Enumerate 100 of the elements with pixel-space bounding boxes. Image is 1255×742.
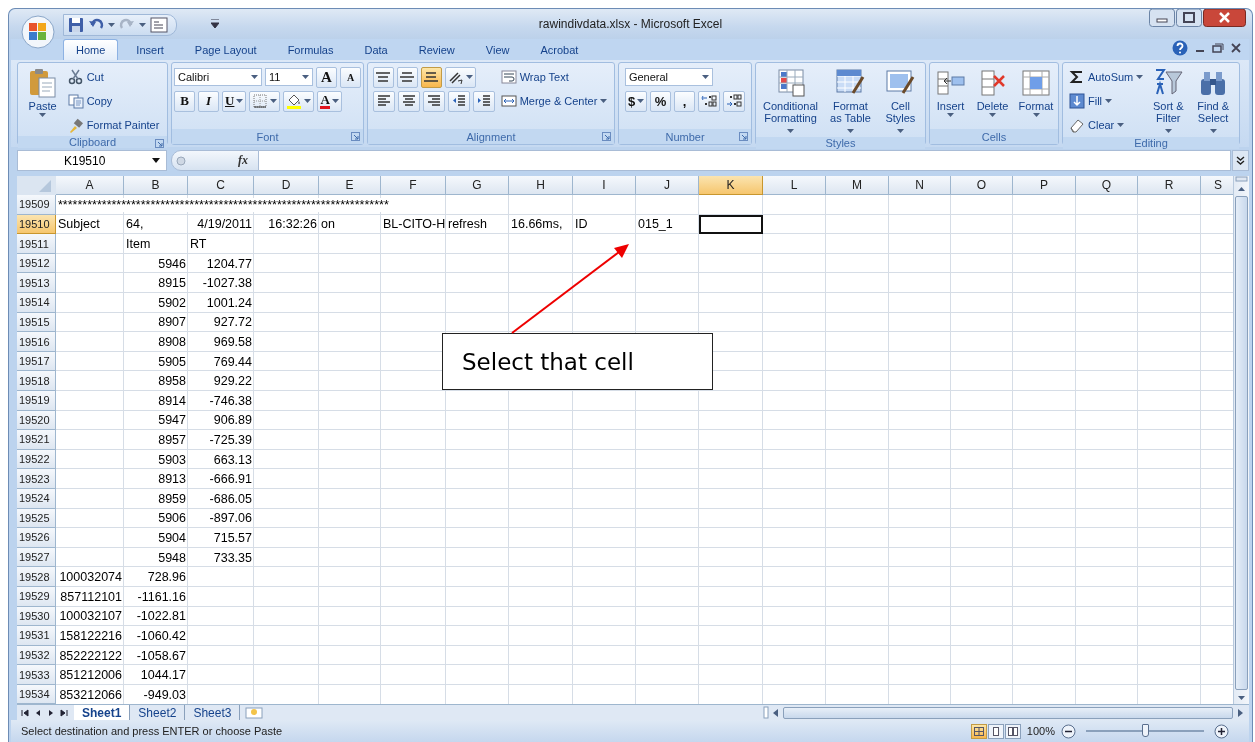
group-label: Alignment bbox=[466, 130, 516, 143]
cell-value: -686.05 bbox=[209, 491, 252, 506]
cell-value: 5905 bbox=[158, 354, 186, 369]
ribbon-button[interactable]: Format Painter bbox=[65, 116, 162, 135]
ribbon-tab[interactable]: Formulas bbox=[274, 39, 347, 61]
cell-value: 8957 bbox=[158, 432, 186, 447]
column-header[interactable]: I bbox=[573, 176, 636, 196]
cell-value: 852222122 bbox=[59, 648, 122, 663]
column-header[interactable]: L bbox=[763, 176, 826, 196]
ribbon-tab[interactable]: View bbox=[472, 39, 523, 61]
row-header[interactable]: 19529 bbox=[17, 586, 56, 607]
underline-button[interactable]: U bbox=[222, 90, 247, 112]
ribbon-button[interactable]: Copy bbox=[65, 92, 115, 111]
group-label: Cells bbox=[981, 130, 1007, 143]
group-label: Number bbox=[665, 130, 705, 143]
row-header[interactable]: 19510 bbox=[17, 214, 56, 235]
row-header[interactable]: 19523 bbox=[17, 469, 56, 489]
ribbon-button[interactable]: AutoSum bbox=[1067, 68, 1146, 87]
row-header[interactable]: 19527 bbox=[17, 547, 56, 568]
row-header[interactable]: 19530 bbox=[17, 606, 56, 627]
column-header[interactable]: D bbox=[254, 176, 319, 196]
ribbon-button[interactable]: Sort & Filter bbox=[1149, 66, 1188, 138]
font-color-button[interactable]: A bbox=[317, 90, 342, 112]
ribbon-button[interactable]: Cell Styles bbox=[879, 66, 921, 138]
cell-value: -1161.16 bbox=[137, 589, 186, 604]
italic-button[interactable]: I bbox=[198, 90, 219, 112]
name-box[interactable]: K19510 bbox=[17, 150, 167, 172]
row-header[interactable]: 19522 bbox=[17, 449, 56, 470]
column-header[interactable]: Q bbox=[1076, 176, 1138, 196]
column-header[interactable]: J bbox=[636, 176, 699, 196]
ribbon-button[interactable]: Clear bbox=[1067, 116, 1127, 135]
column-header[interactable]: P bbox=[1013, 176, 1076, 196]
sheet-tab[interactable]: Sheet1 bbox=[74, 705, 131, 721]
ribbon-button[interactable]: Insert bbox=[931, 66, 970, 119]
ribbon-button[interactable]: Cut bbox=[65, 68, 106, 87]
insert-function-button[interactable]: fx bbox=[238, 153, 254, 169]
row-header[interactable]: 19519 bbox=[17, 391, 56, 411]
ribbon-button[interactable]: Conditional Formatting bbox=[760, 66, 822, 138]
dropdown-field[interactable]: Calibri bbox=[174, 68, 262, 87]
row-header[interactable]: 19533 bbox=[17, 665, 56, 685]
number-format-button[interactable]: , bbox=[674, 90, 696, 112]
ribbon-button[interactable]: Merge & Center bbox=[498, 92, 610, 111]
row-header[interactable]: 19524 bbox=[17, 488, 56, 509]
ribbon-button[interactable]: Find & Select bbox=[1191, 66, 1235, 138]
row-header[interactable]: 19509 bbox=[17, 195, 56, 215]
row-header[interactable]: 19534 bbox=[17, 684, 56, 705]
row-header[interactable]: 19513 bbox=[17, 273, 56, 293]
grow-font-button[interactable]: A bbox=[316, 66, 337, 88]
zoom-level[interactable]: 100% bbox=[1026, 725, 1055, 738]
ribbon-button[interactable]: Wrap Text bbox=[498, 68, 571, 87]
row-header[interactable]: 19525 bbox=[17, 508, 56, 529]
group-label: Editing bbox=[1134, 137, 1168, 150]
ribbon-tab[interactable]: Home bbox=[63, 39, 119, 61]
column-header[interactable]: N bbox=[889, 176, 951, 196]
row-header[interactable]: 19516 bbox=[17, 332, 56, 352]
cell-value: 64, bbox=[126, 217, 144, 232]
row-header[interactable]: 19528 bbox=[17, 567, 56, 587]
row-header[interactable]: 19515 bbox=[17, 312, 56, 333]
row-header[interactable]: 19521 bbox=[17, 430, 56, 450]
shrink-font-button[interactable]: A bbox=[340, 66, 361, 88]
number-format-button[interactable]: $ bbox=[624, 90, 648, 112]
cell-value: 8908 bbox=[158, 335, 186, 349]
ribbon-button[interactable]: Fill bbox=[1067, 92, 1115, 111]
ribbon-tab[interactable]: Data bbox=[351, 39, 401, 61]
column-header[interactable]: A bbox=[56, 176, 124, 196]
column-header[interactable]: B bbox=[124, 176, 188, 196]
column-header[interactable]: C bbox=[188, 176, 254, 196]
column-header[interactable]: M bbox=[826, 176, 889, 196]
dropdown-field[interactable]: 11 bbox=[265, 68, 313, 87]
row-header[interactable]: 19532 bbox=[17, 645, 56, 666]
row-header[interactable]: 19526 bbox=[17, 528, 56, 548]
ribbon-tab[interactable]: Page Layout bbox=[181, 39, 270, 61]
ribbon-tab[interactable]: Review bbox=[405, 39, 468, 61]
row-header[interactable]: 19520 bbox=[17, 410, 56, 431]
number-format-button[interactable]: % bbox=[650, 90, 672, 112]
column-header[interactable]: S bbox=[1201, 176, 1234, 196]
ribbon-button[interactable]: Format bbox=[1015, 66, 1057, 119]
ribbon-button[interactable]: Delete bbox=[973, 66, 1012, 119]
column-header[interactable]: E bbox=[319, 176, 381, 196]
ribbon-tab[interactable]: Insert bbox=[123, 39, 177, 61]
dropdown-field[interactable]: General bbox=[624, 68, 713, 87]
bold-button[interactable]: B bbox=[174, 90, 195, 112]
column-header[interactable]: H bbox=[509, 176, 573, 196]
row-header[interactable]: 19531 bbox=[17, 626, 56, 646]
ribbon-button[interactable]: Format as Table bbox=[825, 66, 876, 138]
ribbon-button[interactable]: Paste bbox=[23, 66, 62, 119]
row-header[interactable]: 19517 bbox=[17, 351, 56, 372]
callout: Select that cell bbox=[442, 333, 713, 391]
column-header[interactable]: R bbox=[1138, 176, 1201, 196]
column-header[interactable]: F bbox=[381, 176, 446, 196]
row-header[interactable]: 19511 bbox=[17, 234, 56, 254]
column-header[interactable]: O bbox=[951, 176, 1013, 196]
column-header[interactable]: G bbox=[446, 176, 509, 196]
row-header[interactable]: 19514 bbox=[17, 293, 56, 313]
cell-value: 5904 bbox=[158, 530, 186, 545]
column-header[interactable]: K bbox=[699, 176, 763, 196]
cell-value: Subject bbox=[58, 217, 100, 232]
ribbon-tab[interactable]: Acrobat bbox=[527, 39, 592, 61]
row-header[interactable]: 19518 bbox=[17, 371, 56, 391]
row-header[interactable]: 19512 bbox=[17, 253, 56, 274]
